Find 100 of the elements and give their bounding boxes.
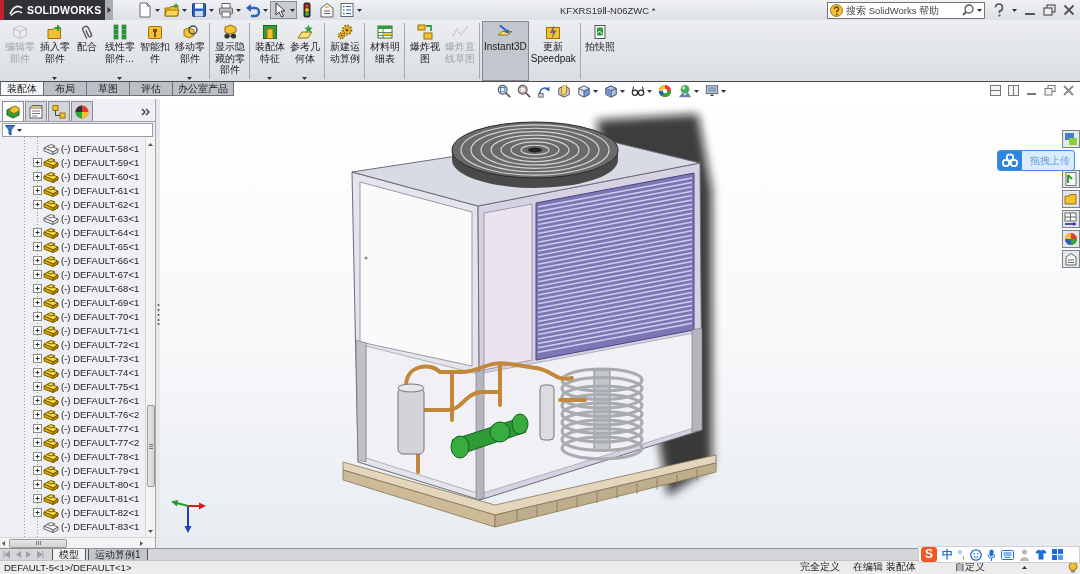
- ime-mode-toggle[interactable]: 中: [942, 547, 953, 562]
- scroll-right-icon[interactable]: [140, 540, 143, 546]
- split-horizontal-icon[interactable]: [990, 85, 1001, 96]
- expand-icon[interactable]: [33, 493, 42, 503]
- expand-icon[interactable]: [33, 157, 42, 167]
- view-tool-button[interactable]: [703, 83, 728, 99]
- tree-item[interactable]: (-) DEFAULT-72<1: [61, 338, 140, 350]
- table-arrow-icon[interactable]: [1063, 211, 1079, 227]
- tree-item[interactable]: (-) DEFAULT-69<1: [61, 296, 140, 308]
- tab[interactable]: 运动算例1: [88, 549, 148, 561]
- panel-tab[interactable]: [48, 101, 70, 121]
- caret-icon[interactable]: [977, 8, 982, 12]
- tree-item[interactable]: (-) DEFAULT-76<1: [61, 394, 140, 406]
- tree-item[interactable]: (-) DEFAULT-79<1: [61, 464, 140, 476]
- caret-icon[interactable]: [267, 76, 272, 80]
- expand-icon[interactable]: [33, 395, 42, 405]
- tree-item[interactable]: (-) DEFAULT-74<1: [61, 366, 140, 378]
- help-icon[interactable]: [993, 3, 1005, 17]
- smiley-icon[interactable]: [969, 548, 982, 561]
- grid-icon[interactable]: [1051, 549, 1063, 560]
- expand-icon[interactable]: [33, 353, 42, 363]
- expand-icon[interactable]: [33, 437, 42, 447]
- scroll-down-icon[interactable]: [148, 530, 153, 533]
- horizontal-scrollbar[interactable]: [0, 537, 155, 548]
- tree-item[interactable]: (-) DEFAULT-73<1: [61, 352, 140, 364]
- scroll-thumb[interactable]: [9, 538, 67, 548]
- expand-icon[interactable]: [33, 339, 42, 349]
- split-vertical-icon[interactable]: [1008, 85, 1019, 96]
- scroll-up-icon[interactable]: [148, 143, 153, 146]
- expand-icon[interactable]: [33, 297, 42, 307]
- close-icon[interactable]: [1063, 4, 1075, 16]
- tree-item[interactable]: (-) DEFAULT-68<1: [61, 282, 140, 294]
- tree-item[interactable]: (-) DEFAULT-80<1: [61, 478, 140, 490]
- expand-icon[interactable]: [33, 171, 42, 181]
- expand-icon[interactable]: [33, 325, 42, 335]
- tree-item[interactable]: (-) DEFAULT-81<1: [61, 492, 140, 504]
- expand-icon[interactable]: [33, 185, 42, 195]
- toolbar-button[interactable]: [270, 1, 297, 19]
- view-tool-button[interactable]: [575, 83, 600, 99]
- panel-tab[interactable]: [71, 101, 93, 121]
- microphone-icon[interactable]: [986, 548, 996, 561]
- close-icon[interactable]: [1063, 85, 1074, 96]
- expand-icon[interactable]: [33, 381, 42, 391]
- command-button[interactable]: 拍快照: [582, 21, 617, 81]
- tree-item[interactable]: (-) DEFAULT-77<1: [61, 422, 140, 434]
- expand-icon[interactable]: [33, 227, 42, 237]
- color-wheel-icon[interactable]: [1063, 231, 1079, 247]
- overlapping-windows-icon[interactable]: [1063, 131, 1079, 147]
- folder-icon[interactable]: [1063, 191, 1079, 207]
- tab[interactable]: 模型: [52, 549, 86, 561]
- scroll-thumb[interactable]: [146, 405, 155, 488]
- restore-icon[interactable]: [1043, 4, 1056, 16]
- command-button[interactable]: 线性零部件...: [102, 21, 137, 81]
- panel-tab[interactable]: [25, 101, 47, 121]
- tree-item[interactable]: (-) DEFAULT-64<1: [61, 226, 140, 238]
- caret-icon[interactable]: [52, 76, 57, 80]
- tab[interactable]: 办公室产品: [172, 82, 234, 96]
- caret-icon[interactable]: [694, 89, 699, 93]
- search-field[interactable]: 搜索 SolidWorks 帮助: [827, 1, 985, 19]
- expand-icon[interactable]: [33, 479, 42, 489]
- keyboard-icon[interactable]: [1000, 549, 1014, 560]
- caret-icon[interactable]: [17, 128, 22, 132]
- tree-item[interactable]: (-) DEFAULT-76<2: [61, 408, 140, 420]
- tree-item[interactable]: (-) DEFAULT-78<1: [61, 450, 140, 462]
- tree-item[interactable]: (-) DEFAULT-62<1: [61, 198, 140, 210]
- tab[interactable]: 装配体: [0, 82, 44, 96]
- caret-icon[interactable]: [593, 89, 598, 93]
- expand-icon[interactable]: [33, 465, 42, 475]
- command-button[interactable]: 显示隐藏的零部件: [212, 21, 247, 81]
- tab[interactable]: 布局: [43, 82, 87, 96]
- caret-icon[interactable]: [357, 8, 362, 12]
- caret-up-icon[interactable]: [1022, 566, 1027, 569]
- expand-icon[interactable]: [33, 199, 42, 209]
- tab[interactable]: 评估: [129, 82, 173, 96]
- double-chevron-icon[interactable]: [141, 108, 150, 116]
- expand-icon[interactable]: [33, 451, 42, 461]
- expand-icon[interactable]: [33, 311, 42, 321]
- caret-icon[interactable]: [263, 8, 268, 12]
- command-button[interactable]: 爆炸视图: [407, 21, 442, 81]
- tree-item[interactable]: (-) DEFAULT-63<1: [61, 212, 140, 224]
- caret-icon[interactable]: [302, 76, 307, 80]
- caret-icon[interactable]: [187, 76, 192, 80]
- view-tool-button[interactable]: [515, 83, 533, 99]
- tree-item[interactable]: (-) DEFAULT-77<2: [61, 436, 140, 448]
- tree-item[interactable]: (-) DEFAULT-71<1: [61, 324, 140, 336]
- command-button[interactable]: 新建运动算例: [327, 21, 362, 81]
- view-tool-button[interactable]: [495, 83, 513, 99]
- command-button[interactable]: 配合: [72, 21, 102, 81]
- toolbar-button[interactable]: [216, 1, 243, 19]
- view-tool-button[interactable]: [656, 83, 674, 99]
- tree-item[interactable]: (-) DEFAULT-58<1: [61, 142, 140, 154]
- tree-item[interactable]: (-) DEFAULT-70<1: [61, 310, 140, 322]
- tree-item[interactable]: (-) DEFAULT-67<1: [61, 268, 140, 280]
- command-button[interactable]: 参考几何体: [287, 21, 322, 81]
- tree-item[interactable]: (-) DEFAULT-60<1: [61, 170, 140, 182]
- caret-icon[interactable]: [117, 76, 122, 80]
- expand-icon[interactable]: [33, 367, 42, 377]
- expand-icon[interactable]: [33, 423, 42, 433]
- caret-icon[interactable]: [1012, 8, 1017, 12]
- expand-icon[interactable]: [33, 241, 42, 251]
